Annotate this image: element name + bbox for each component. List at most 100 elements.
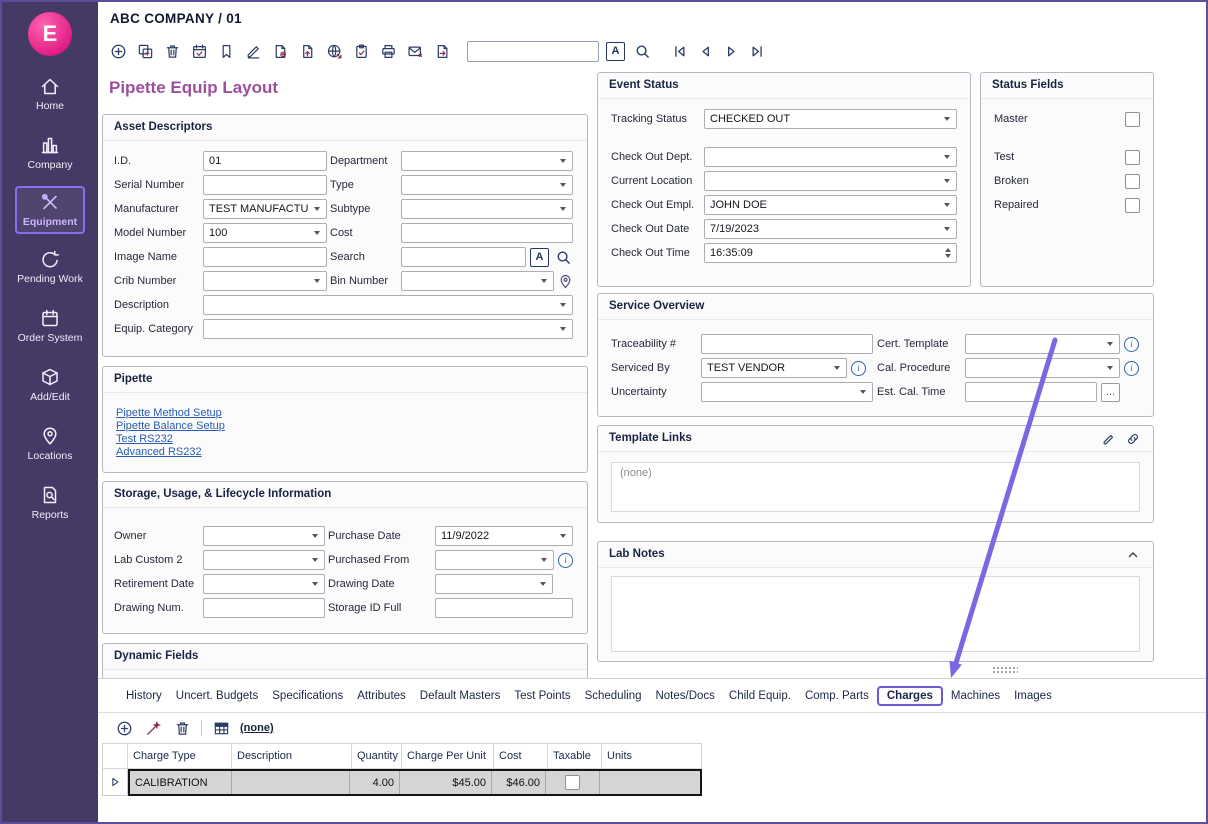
info-icon[interactable]: i <box>558 553 573 568</box>
broken-checkbox[interactable] <box>1125 174 1140 189</box>
email-button[interactable] <box>405 41 425 61</box>
taxable-checkbox[interactable] <box>565 775 580 790</box>
equip-category-combo[interactable] <box>203 319 573 339</box>
app-logo[interactable]: E <box>28 12 72 56</box>
column-header[interactable]: Units <box>602 743 702 769</box>
charge-template-none-link[interactable]: (none) <box>240 722 274 734</box>
document-import-button[interactable] <box>297 41 317 61</box>
sidebar-item-locations[interactable]: Locations <box>22 422 79 466</box>
edit-template-links-button[interactable] <box>1100 430 1118 448</box>
cell-charge-type[interactable]: CALIBRATION <box>130 771 232 794</box>
table-row[interactable]: CALIBRATION 4.00 $45.00 $46.00 <box>102 769 702 796</box>
add-charge-button[interactable] <box>114 718 134 738</box>
bookmark-button[interactable] <box>216 41 236 61</box>
cal-procedure-combo[interactable] <box>965 358 1120 378</box>
next-record-button[interactable] <box>721 41 741 61</box>
model-number-combo[interactable]: 100 <box>203 223 327 243</box>
pipette-balance-setup-link[interactable]: Pipette Balance Setup <box>116 420 225 432</box>
tab-attributes[interactable]: Attributes <box>357 690 406 702</box>
web-link-button[interactable] <box>324 41 344 61</box>
est-cal-time-ellipsis-button[interactable]: ... <box>1101 383 1120 402</box>
delete-charge-button[interactable] <box>172 718 192 738</box>
cost-input[interactable] <box>401 223 573 243</box>
link-template-button[interactable] <box>1124 430 1142 448</box>
sidebar-item-order-system[interactable]: Order System <box>12 304 89 348</box>
drawing-num-input[interactable] <box>203 598 325 618</box>
column-header[interactable]: Cost <box>494 743 548 769</box>
asset-search-button[interactable] <box>553 247 573 267</box>
tab-uncert-budgets[interactable]: Uncert. Budgets <box>176 690 258 702</box>
row-expander[interactable] <box>102 769 128 796</box>
first-record-button[interactable] <box>669 41 689 61</box>
delete-record-button[interactable] <box>162 41 182 61</box>
id-input[interactable] <box>203 151 327 171</box>
tab-test-points[interactable]: Test Points <box>514 690 570 702</box>
checkout-date-combo[interactable]: 7/19/2023 <box>704 219 957 239</box>
clone-record-button[interactable] <box>135 41 155 61</box>
owner-combo[interactable] <box>203 526 325 546</box>
manufacturer-combo[interactable]: TEST MANUFACTU <box>203 199 327 219</box>
cell-quantity[interactable]: 4.00 <box>350 771 400 794</box>
document-settings-button[interactable] <box>270 41 290 61</box>
crib-number-combo[interactable] <box>203 271 327 291</box>
test-checkbox[interactable] <box>1125 150 1140 165</box>
sidebar-item-pending-work[interactable]: Pending Work <box>11 245 89 289</box>
collapse-lab-notes-button[interactable] <box>1124 546 1142 564</box>
current-location-combo[interactable] <box>704 171 957 191</box>
advanced-rs232-link[interactable]: Advanced RS232 <box>116 446 202 458</box>
tab-images[interactable]: Images <box>1014 690 1052 702</box>
export-button[interactable] <box>432 41 452 61</box>
sidebar-item-reports[interactable]: Reports <box>26 481 75 525</box>
info-icon[interactable]: i <box>851 361 866 376</box>
est-cal-time-input[interactable] <box>965 382 1097 402</box>
column-header[interactable]: Charge Per Unit <box>402 743 494 769</box>
cell-description[interactable] <box>232 771 350 794</box>
tab-specifications[interactable]: Specifications <box>272 690 343 702</box>
lab-custom2-combo[interactable] <box>203 550 325 570</box>
asset-search-input[interactable] <box>401 247 526 267</box>
sidebar-item-add-edit[interactable]: Add/Edit <box>24 363 76 407</box>
master-checkbox[interactable] <box>1125 112 1140 127</box>
retirement-date-combo[interactable] <box>203 574 325 594</box>
sidebar-item-company[interactable]: Company <box>22 131 79 175</box>
type-combo[interactable] <box>401 175 573 195</box>
tab-child-equip[interactable]: Child Equip. <box>729 690 791 702</box>
spinner-arrows-icon[interactable] <box>945 248 951 258</box>
cell-cost[interactable]: $46.00 <box>492 771 546 794</box>
tab-charges[interactable]: Charges <box>877 686 943 706</box>
print-button[interactable] <box>378 41 398 61</box>
lab-notes-textarea[interactable] <box>611 576 1140 652</box>
calendar-event-button[interactable] <box>189 41 209 61</box>
column-header[interactable]: Description <box>232 743 352 769</box>
last-record-button[interactable] <box>747 41 767 61</box>
checkout-employee-combo[interactable]: JOHN DOE <box>704 195 957 215</box>
tracking-status-combo[interactable]: CHECKED OUT <box>704 109 957 129</box>
search-button[interactable] <box>632 41 652 61</box>
drawing-date-combo[interactable] <box>435 574 553 594</box>
cell-charge-per-unit[interactable]: $45.00 <box>400 771 492 794</box>
sidebar-item-equipment[interactable]: Equipment <box>15 186 85 234</box>
pipette-method-setup-link[interactable]: Pipette Method Setup <box>116 407 222 419</box>
description-combo[interactable] <box>203 295 573 315</box>
traceability-input[interactable] <box>701 334 873 354</box>
serviced-by-combo[interactable]: TEST VENDOR <box>701 358 847 378</box>
location-pin-icon[interactable] <box>558 274 573 289</box>
tab-comp-parts[interactable]: Comp. Parts <box>805 690 869 702</box>
storage-id-full-input[interactable] <box>435 598 573 618</box>
toolbar-search-input[interactable] <box>467 41 599 62</box>
test-rs232-link[interactable]: Test RS232 <box>116 433 173 445</box>
checklist-button[interactable] <box>351 41 371 61</box>
cert-template-combo[interactable] <box>965 334 1120 354</box>
bin-number-combo[interactable] <box>401 271 554 291</box>
department-combo[interactable] <box>401 151 573 171</box>
tab-scheduling[interactable]: Scheduling <box>585 690 642 702</box>
previous-record-button[interactable] <box>695 41 715 61</box>
column-header[interactable]: Charge Type <box>128 743 232 769</box>
column-header[interactable]: Quantity <box>352 743 402 769</box>
font-search-button[interactable]: A <box>606 42 625 61</box>
info-icon[interactable]: i <box>1124 361 1139 376</box>
cell-units[interactable] <box>600 771 700 794</box>
auto-fill-charge-button[interactable] <box>143 718 163 738</box>
tab-history[interactable]: History <box>126 690 162 702</box>
serial-number-input[interactable] <box>203 175 327 195</box>
